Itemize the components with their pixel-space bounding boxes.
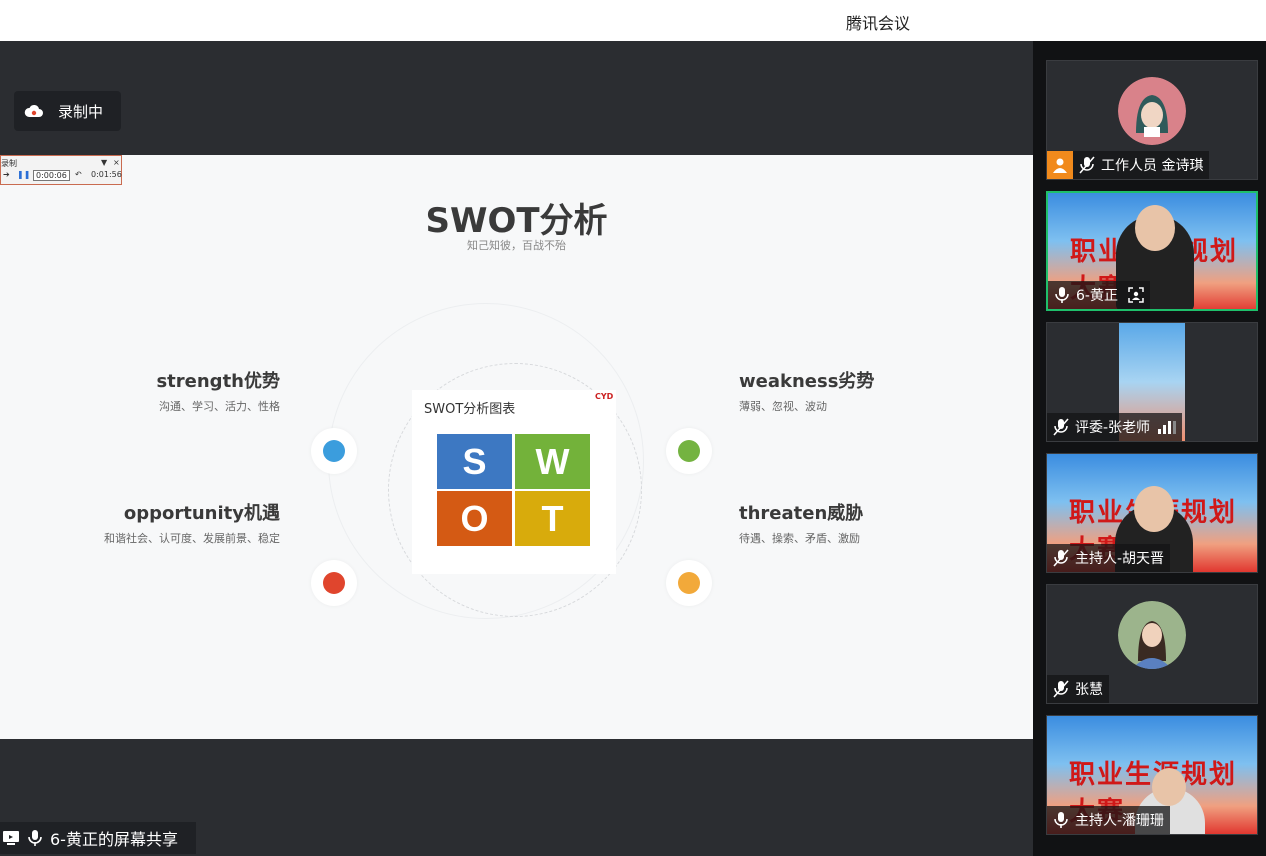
cloud-record-icon — [24, 104, 43, 117]
mic-icon — [1054, 812, 1068, 828]
strength-marker — [311, 428, 357, 474]
participant-name: 主持人-潘珊珊 — [1075, 813, 1165, 829]
title-bar: 腾讯会议 — [0, 0, 1266, 41]
swot-tile-s: S — [437, 434, 512, 489]
speaker-view-icon — [1128, 287, 1144, 303]
signal-strength-icon — [1158, 420, 1177, 434]
avatar — [1118, 77, 1186, 145]
screen-share-stage: 录制中 录制 ▼ × ➔ ❚❚ 0:00:06 ↶ 0:01:56 SWOT分析… — [0, 41, 1033, 856]
replay-icon[interactable]: ↶ — [75, 170, 82, 179]
app-title: 腾讯会议 — [846, 14, 911, 33]
participant-name: 6-黄正 — [1076, 288, 1118, 304]
recording-label: 录制中 — [58, 102, 104, 121]
slide-title: SWOT分析 — [425, 201, 608, 241]
swot-tile-o: O — [437, 491, 512, 546]
screen-share-owner: 6-黄正的屏幕共享 — [50, 830, 178, 849]
close-icon[interactable]: × — [113, 158, 120, 167]
video-face — [1119, 383, 1151, 417]
threaten-dot — [678, 572, 700, 594]
opportunity-marker — [311, 560, 357, 606]
participant-name: 张慧 — [1075, 682, 1103, 698]
strength-desc: 沟通、学习、活力、性格 — [159, 400, 280, 413]
participant-tile[interactable]: 张慧 — [1046, 584, 1258, 704]
weakness-marker — [666, 428, 712, 474]
mic-muted-icon — [1079, 156, 1095, 174]
current-time: 0:00:06 — [33, 170, 70, 181]
participant-namebar: 主持人-胡天晋 — [1047, 544, 1171, 572]
participant-name: 工作人员 金诗琪 — [1101, 158, 1204, 174]
cyd-logo: CYD — [595, 392, 614, 401]
pause-icon[interactable]: ❚❚ — [17, 170, 30, 179]
opportunity-desc: 和谐社会、认可度、发展前景、稳定 — [104, 532, 280, 545]
participant-namebar: 主持人-潘珊珊 — [1047, 806, 1171, 834]
mic-muted-icon — [1053, 680, 1069, 698]
player-label: 录制 — [1, 159, 17, 168]
swot-card-title: SWOT分析图表 — [424, 402, 516, 417]
forward-icon[interactable]: ➔ — [3, 170, 10, 179]
video-person — [1119, 323, 1177, 383]
participant-tile[interactable]: 工作人员 金诗琪 — [1046, 60, 1258, 180]
media-player-controls[interactable]: 录制 ▼ × ➔ ❚❚ 0:00:06 ↶ 0:01:56 — [0, 155, 122, 185]
screen-share-icon — [3, 831, 19, 845]
participant-tile[interactable]: 职业生涯规划大赛 6-黄正 — [1046, 191, 1258, 311]
mic-icon — [1055, 287, 1069, 303]
screen-share-label[interactable]: 6-黄正的屏幕共享 — [0, 822, 196, 854]
swot-chart-card: SWOT分析图表 CYD S W O T — [412, 390, 616, 574]
user-icon — [1047, 151, 1073, 179]
video-face — [1152, 768, 1186, 806]
dropdown-icon[interactable]: ▼ — [101, 158, 107, 167]
opportunity-dot — [323, 572, 345, 594]
swot-tile-w: W — [515, 434, 590, 489]
strength-title: strength优势 — [156, 371, 280, 392]
total-time: 0:01:56 — [91, 170, 122, 179]
weakness-title: weakness劣势 — [739, 371, 875, 392]
swot-tile-t: T — [515, 491, 590, 546]
weakness-desc: 薄弱、忽视、波动 — [739, 400, 827, 413]
slide-subtitle: 知己知彼，百战不殆 — [467, 239, 566, 252]
participant-namebar: 张慧 — [1047, 675, 1109, 703]
recording-indicator[interactable]: 录制中 — [14, 91, 121, 131]
video-face — [1135, 205, 1175, 251]
mic-muted-icon — [1053, 418, 1069, 436]
strength-dot — [323, 440, 345, 462]
video-face — [1134, 486, 1174, 532]
threaten-desc: 待遇、操索、矛盾、激励 — [739, 532, 860, 545]
participant-tile[interactable]: 职业生涯规划大赛 主持人-潘珊珊 — [1046, 715, 1258, 835]
participant-namebar: 6-黄正 — [1048, 281, 1150, 309]
participant-tile[interactable]: 评委-张老师 — [1046, 322, 1258, 442]
participant-name: 评委-张老师 — [1075, 420, 1151, 436]
avatar — [1118, 601, 1186, 669]
opportunity-title: opportunity机遇 — [123, 503, 280, 524]
participant-sidebar: 工作人员 金诗琪 职业生涯规划大赛 6-黄正 — [1033, 41, 1266, 856]
participant-tile[interactable]: 职业生涯规划大赛 主持人-胡天晋 — [1046, 453, 1258, 573]
participant-namebar: 评委-张老师 — [1047, 413, 1183, 441]
mic-muted-icon — [1053, 549, 1069, 567]
threaten-marker — [666, 560, 712, 606]
threaten-title: threaten威胁 — [739, 503, 864, 524]
shared-slide: 录制 ▼ × ➔ ❚❚ 0:00:06 ↶ 0:01:56 SWOT分析 知己知… — [0, 155, 1033, 739]
participant-namebar: 工作人员 金诗琪 — [1047, 151, 1210, 179]
weakness-dot — [678, 440, 700, 462]
participant-name: 主持人-胡天晋 — [1075, 551, 1165, 567]
mic-icon — [28, 830, 42, 846]
